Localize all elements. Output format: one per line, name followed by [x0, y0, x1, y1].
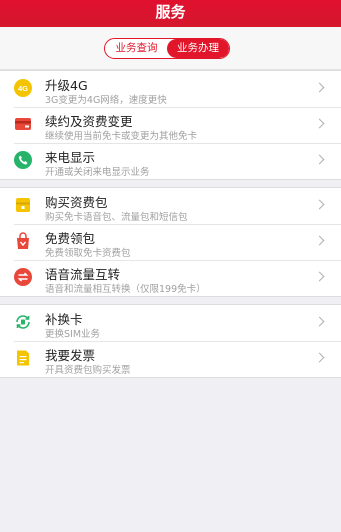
svg-text:4G: 4G: [18, 84, 28, 93]
tab-business-query[interactable]: 业务查询: [105, 39, 168, 58]
invoice-icon: [17, 350, 29, 366]
chevron-right-icon: [314, 199, 325, 210]
page-title: 服务: [155, 3, 186, 21]
item-subtitle: 购买免卡语音包、流量包和短信包: [45, 212, 188, 223]
card-icon: [15, 118, 31, 130]
list-item-voice-data-swap[interactable]: 语音流量互转 语音和流量相互转换（仅限199免卡）: [0, 260, 341, 296]
list-item-free-package[interactable]: 免费领包 免费领取免卡资费包: [0, 224, 341, 260]
list-item-replace-sim[interactable]: 补换卡 更换SIM业务: [0, 305, 341, 341]
tab-business-handle[interactable]: 业务办理: [167, 39, 229, 58]
item-subtitle: 继续使用当前免卡或变更为其他免卡: [45, 131, 198, 142]
item-subtitle: 开通或关闭来电显示业务: [45, 167, 150, 178]
chevron-right-icon: [314, 352, 325, 363]
item-subtitle: 免费领取免卡资费包: [45, 248, 131, 259]
chevron-right-icon: [314, 154, 325, 165]
swap-icon: [14, 268, 32, 286]
list-item-renew-plan[interactable]: 续约及资费变更 继续使用当前免卡或变更为其他免卡: [0, 107, 341, 143]
service-group-2: 购买资费包 购买免卡语音包、流量包和短信包 免费领包 免费领取免卡资费包 语音流…: [0, 187, 341, 297]
chevron-right-icon: [314, 271, 325, 282]
item-subtitle: 更换SIM业务: [45, 329, 101, 340]
package-icon: [16, 198, 30, 212]
sim-swap-icon: [16, 315, 30, 329]
chevron-right-icon: [314, 118, 325, 129]
item-subtitle: 开具资费包购买发票: [45, 365, 131, 376]
list-item-invoice[interactable]: 我要发票 开具资费包购买发票: [0, 341, 341, 377]
chevron-right-icon: [314, 235, 325, 246]
phone-icon: [14, 151, 32, 169]
item-subtitle: 3G变更为4G网络，速度更快: [45, 95, 167, 106]
service-group-3: 补换卡 更换SIM业务 我要发票 开具资费包购买发票: [0, 304, 341, 378]
4g-badge-icon: 4G: [14, 79, 32, 97]
service-group-1: 4G 升级4G 3G变更为4G网络，速度更快 续约及资费变更 继续使用当前免卡或…: [0, 70, 341, 180]
chevron-right-icon: [314, 316, 325, 327]
segmented-control: 业务查询 业务办理: [104, 38, 230, 59]
gift-bag-icon: [17, 232, 29, 249]
list-item-caller-id[interactable]: 来电显示 开通或关闭来电显示业务: [0, 143, 341, 179]
chevron-right-icon: [314, 82, 325, 93]
list-item-buy-package[interactable]: 购买资费包 购买免卡语音包、流量包和短信包: [0, 188, 341, 224]
segment-bar: 业务查询 业务办理: [0, 27, 341, 70]
item-subtitle: 语音和流量相互转换（仅限199免卡）: [45, 284, 206, 295]
list-item-upgrade-4g[interactable]: 4G 升级4G 3G变更为4G网络，速度更快: [0, 71, 341, 107]
header-bar: 服务: [0, 0, 341, 27]
